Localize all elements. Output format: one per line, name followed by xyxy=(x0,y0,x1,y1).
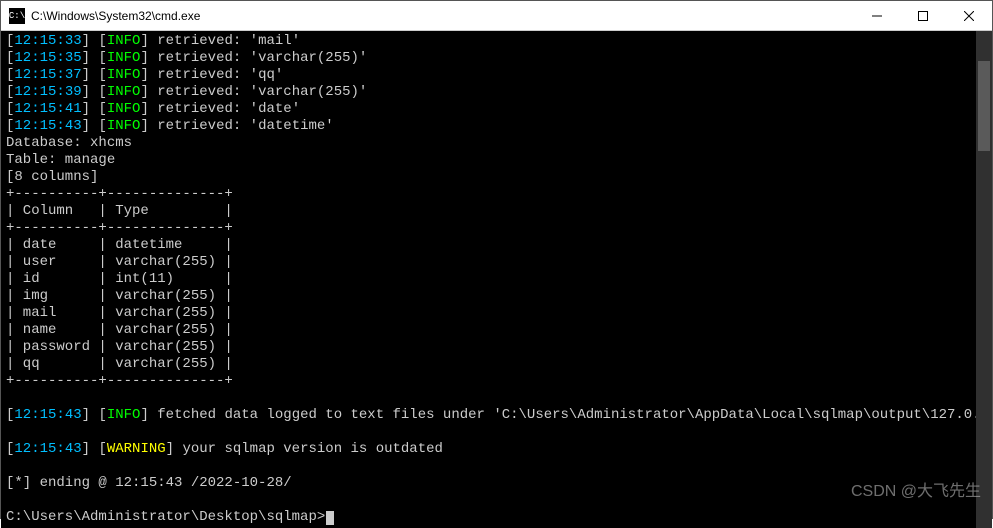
minimize-button[interactable] xyxy=(854,1,900,31)
terminal-output[interactable]: [12:15:33] [INFO] retrieved: 'mail' [12:… xyxy=(1,31,976,528)
cmd-icon: C:\ xyxy=(9,8,25,24)
window-controls xyxy=(854,1,992,31)
titlebar: C:\ C:\Windows\System32\cmd.exe xyxy=(1,1,992,31)
maximize-button[interactable] xyxy=(900,1,946,31)
scroll-thumb[interactable] xyxy=(978,61,990,151)
window-title: C:\Windows\System32\cmd.exe xyxy=(31,9,854,23)
close-button[interactable] xyxy=(946,1,992,31)
window: C:\ C:\Windows\System32\cmd.exe [12:15:3… xyxy=(0,0,993,519)
scrollbar[interactable] xyxy=(976,31,992,528)
terminal-area: [12:15:33] [INFO] retrieved: 'mail' [12:… xyxy=(1,31,992,528)
